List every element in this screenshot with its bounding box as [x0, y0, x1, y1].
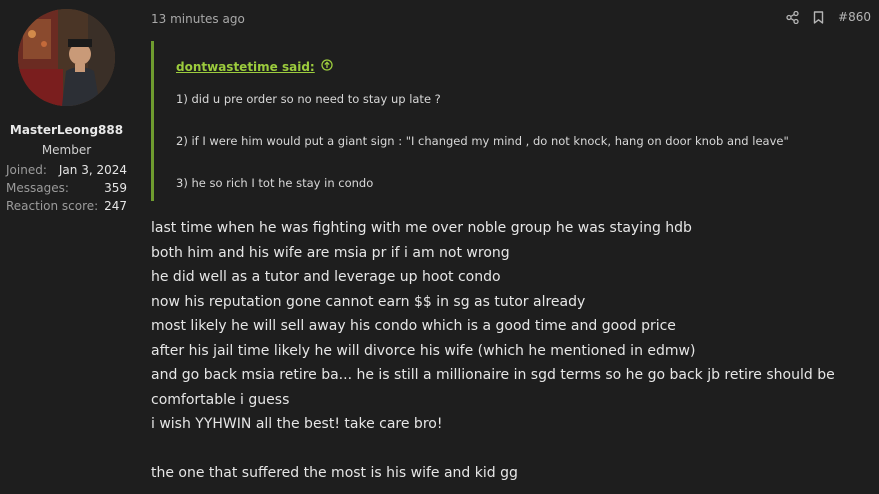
- stat-value: Jan 3, 2024: [58, 163, 127, 177]
- arrow-up-circle-icon[interactable]: [321, 59, 333, 74]
- stat-label: Messages:: [6, 181, 69, 195]
- post-body-line: both him and his wife are msia pr if i a…: [151, 244, 510, 261]
- post-body-line: most likely he will sell away his condo …: [151, 318, 676, 334]
- post-body-line: last time when he was fighting with me o…: [151, 220, 692, 236]
- post-body-line: i wish YYHWIN all the best! take care br…: [151, 416, 443, 432]
- post-number-link[interactable]: #860: [838, 10, 871, 24]
- stat-label: Joined:: [6, 163, 47, 177]
- post-body-line: he did well as a tutor and leverage up h…: [151, 269, 501, 285]
- avatar-image: [18, 9, 115, 106]
- post-timestamp[interactable]: 13 minutes ago: [151, 12, 245, 26]
- quote-line: 3) he so rich I tot he stay in condo: [176, 176, 374, 190]
- user-title: Member: [41, 143, 92, 157]
- bookmark-icon[interactable]: [813, 10, 824, 24]
- quote-line: 1) did u pre order so no need to stay up…: [176, 92, 441, 106]
- stat-reaction-score: Reaction score: 247: [6, 199, 127, 213]
- username-link[interactable]: MasterLeong888: [0, 123, 133, 137]
- quote-block: dontwastetime said: 1) did u pre order s…: [151, 41, 874, 201]
- stat-label: Reaction score:: [6, 199, 99, 213]
- post-body-line: now his reputation gone cannot earn $$ i…: [151, 293, 586, 310]
- avatar[interactable]: [18, 9, 115, 106]
- user-sidebar: MasterLeong888 Member Joined: Jan 3, 202…: [0, 0, 133, 494]
- quote-author-link[interactable]: dontwastetime said:: [176, 59, 333, 74]
- post-actions: #860: [786, 10, 871, 24]
- quote-line: 2) if I were him would put a giant sign …: [176, 134, 789, 148]
- stat-messages: Messages: 359: [6, 181, 127, 195]
- post-body-line: after his jail time likely he will divor…: [151, 342, 696, 359]
- stat-joined: Joined: Jan 3, 2024: [6, 163, 127, 177]
- quote-author-label: dontwastetime said:: [176, 59, 315, 74]
- stat-value: 359: [104, 181, 127, 195]
- share-icon[interactable]: [786, 10, 799, 24]
- post-body-line: and go back msia retire ba... he is stil…: [151, 367, 835, 408]
- post-body: last time when he was fighting with me o…: [151, 216, 876, 486]
- post-body-line: the one that suffered the most is his wi…: [151, 465, 518, 481]
- stat-value: 247: [104, 199, 127, 213]
